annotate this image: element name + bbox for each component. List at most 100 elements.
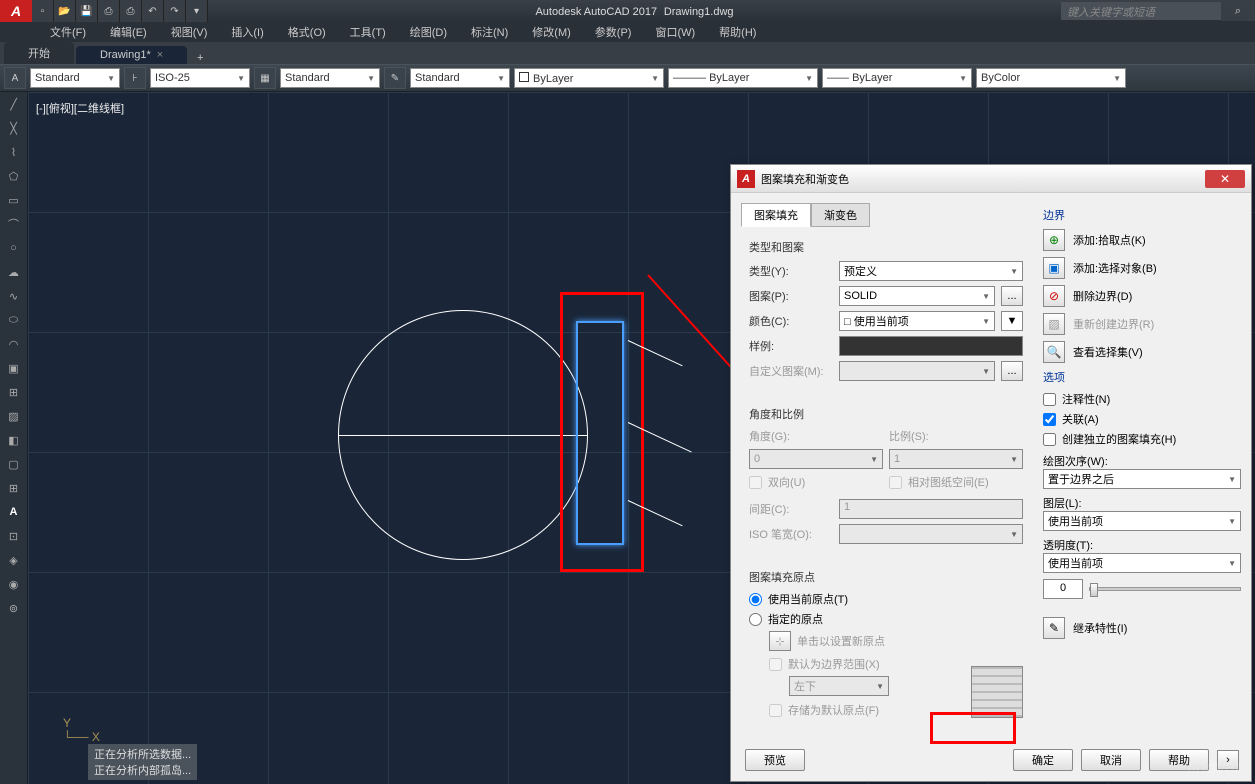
ellipse-icon[interactable]: ⬭ (0, 308, 27, 332)
draw-order-label: 绘图次序(W): (1043, 453, 1241, 469)
menu-window[interactable]: 窗口(W) (645, 22, 705, 42)
revcloud-icon[interactable]: ☁ (0, 260, 27, 284)
origin-current-radio[interactable]: 使用当前原点(T) (749, 591, 1023, 607)
menu-insert[interactable]: 插入(I) (221, 22, 273, 42)
remove-boundary-label[interactable]: 删除边界(D) (1073, 288, 1132, 304)
save-icon[interactable]: 💾 (76, 0, 98, 22)
rectangle-icon[interactable]: ▭ (0, 188, 27, 212)
close-icon[interactable]: × (157, 49, 163, 61)
circle-icon[interactable]: ○ (0, 236, 27, 260)
menu-draw[interactable]: 绘图(D) (400, 22, 457, 42)
polyline-icon[interactable]: ⌇ (0, 140, 27, 164)
table-style-icon[interactable]: ▦ (254, 67, 276, 89)
view-selection-label[interactable]: 查看选择集(V) (1073, 344, 1143, 360)
tool3-icon[interactable]: ◉ (0, 572, 27, 596)
qat-more-icon[interactable]: ▾ (186, 0, 208, 22)
color-combo[interactable]: ByLayer▼ (514, 68, 664, 88)
table-style-combo[interactable]: Standard▼ (280, 68, 380, 88)
region-icon[interactable]: ▢ (0, 452, 27, 476)
tool4-icon[interactable]: ⊚ (0, 596, 27, 620)
inherit-icon[interactable]: ✎ (1043, 617, 1065, 639)
plotstyle-combo[interactable]: ByColor▼ (976, 68, 1126, 88)
tab-drawing1[interactable]: Drawing1*× (76, 46, 187, 64)
table-icon[interactable]: ⊞ (0, 476, 27, 500)
pattern-combo[interactable]: SOLID▼ (839, 286, 995, 306)
type-combo[interactable]: 预定义▼ (839, 261, 1023, 281)
menu-modify[interactable]: 修改(M) (522, 22, 581, 42)
menu-dimension[interactable]: 标注(N) (461, 22, 518, 42)
mleader-style-icon[interactable]: ✎ (384, 67, 406, 89)
remove-boundary-icon[interactable]: ⊘ (1043, 285, 1065, 307)
insert-icon[interactable]: ⊞ (0, 380, 27, 404)
dialog-titlebar[interactable]: A 图案填充和渐变色 ✕ (731, 165, 1251, 193)
pattern-browse-button[interactable]: ... (1001, 286, 1023, 306)
tab-add-icon[interactable]: + (189, 52, 211, 64)
view-selection-icon[interactable]: 🔍 (1043, 341, 1065, 363)
close-button[interactable]: ✕ (1205, 170, 1245, 188)
lineweight-combo[interactable]: —— ByLayer▼ (822, 68, 972, 88)
transparency-value[interactable]: 0 (1043, 579, 1083, 599)
tab-start[interactable]: 开始 (4, 42, 74, 64)
add-pick-icon[interactable]: ⊕ (1043, 229, 1065, 251)
polygon-icon[interactable]: ⬠ (0, 164, 27, 188)
undo-icon[interactable]: ↶ (142, 0, 164, 22)
transparency-slider[interactable] (1089, 587, 1241, 591)
line-icon[interactable]: ╱ (0, 92, 27, 116)
menu-help[interactable]: 帮助(H) (709, 22, 766, 42)
cancel-button[interactable]: 取消 (1081, 749, 1141, 771)
tool2-icon[interactable]: ◈ (0, 548, 27, 572)
ok-button[interactable]: 确定 (1013, 749, 1073, 771)
tab-hatch[interactable]: 图案填充 (741, 203, 811, 227)
plot-icon[interactable]: ⎙ (120, 0, 142, 22)
mtext-icon[interactable]: A (0, 500, 27, 524)
viewport-label[interactable]: [-][俯视][二维线框] (36, 100, 124, 116)
separate-checkbox[interactable]: 创建独立的图案填充(H) (1043, 431, 1241, 447)
search-input[interactable]: 键入关键字或短语 (1061, 2, 1221, 20)
add-pick-label[interactable]: 添加:拾取点(K) (1073, 232, 1146, 248)
origin-specified-radio[interactable]: 指定的原点 (749, 611, 1023, 627)
mleader-style-combo[interactable]: Standard▼ (410, 68, 510, 88)
annotative-checkbox[interactable]: 注释性(N) (1043, 391, 1241, 407)
xline-icon[interactable]: ╳ (0, 116, 27, 140)
menu-tools[interactable]: 工具(T) (340, 22, 396, 42)
origin-pos-combo: 左下▼ (789, 676, 889, 696)
menu-format[interactable]: 格式(O) (278, 22, 336, 42)
sample-swatch[interactable] (839, 336, 1023, 356)
block-icon[interactable]: ▣ (0, 356, 27, 380)
ucs-icon[interactable]: Y└── X (63, 716, 100, 744)
linetype-combo[interactable]: ——— ByLayer▼ (668, 68, 818, 88)
hatch-icon[interactable]: ▨ (0, 404, 27, 428)
menu-edit[interactable]: 编辑(E) (100, 22, 157, 42)
dialog-title: 图案填充和渐变色 (761, 171, 849, 187)
text-style-combo[interactable]: Standard▼ (30, 68, 120, 88)
info-center-icon[interactable]: ⌕ (1221, 1, 1255, 21)
transparency-combo[interactable]: 使用当前项▼ (1043, 553, 1241, 573)
autocad-logo-icon: A (737, 170, 755, 188)
dim-style-icon[interactable]: ⊦ (124, 67, 146, 89)
tool1-icon[interactable]: ⊡ (0, 524, 27, 548)
custom-label: 自定义图案(M): (749, 363, 833, 379)
spline-icon[interactable]: ∿ (0, 284, 27, 308)
color-combo[interactable]: □ 使用当前项▼ (839, 311, 995, 331)
inherit-label[interactable]: 继承特性(I) (1073, 620, 1127, 636)
dim-style-combo[interactable]: ISO-25▼ (150, 68, 250, 88)
menu-parametric[interactable]: 参数(P) (585, 22, 642, 42)
gradient-icon[interactable]: ◧ (0, 428, 27, 452)
menu-view[interactable]: 视图(V) (161, 22, 218, 42)
arc-icon[interactable]: ⌒ (0, 212, 27, 236)
open-icon[interactable]: 📂 (54, 0, 76, 22)
draw-order-combo[interactable]: 置于边界之后▼ (1043, 469, 1241, 489)
text-style-icon[interactable]: A (4, 67, 26, 89)
add-select-label[interactable]: 添加:选择对象(B) (1073, 260, 1157, 276)
add-select-icon[interactable]: ▣ (1043, 257, 1065, 279)
color2-button[interactable]: ▼ (1001, 311, 1023, 331)
tab-gradient[interactable]: 渐变色 (811, 203, 870, 227)
ellipse-arc-icon[interactable]: ◠ (0, 332, 27, 356)
menu-file[interactable]: 文件(F) (40, 22, 96, 42)
layer-combo[interactable]: 使用当前项▼ (1043, 511, 1241, 531)
new-icon[interactable]: ▫ (32, 0, 54, 22)
preview-button[interactable]: 预览 (745, 749, 805, 771)
saveas-icon[interactable]: ⎙ (98, 0, 120, 22)
redo-icon[interactable]: ↷ (164, 0, 186, 22)
associative-checkbox[interactable]: 关联(A) (1043, 411, 1241, 427)
